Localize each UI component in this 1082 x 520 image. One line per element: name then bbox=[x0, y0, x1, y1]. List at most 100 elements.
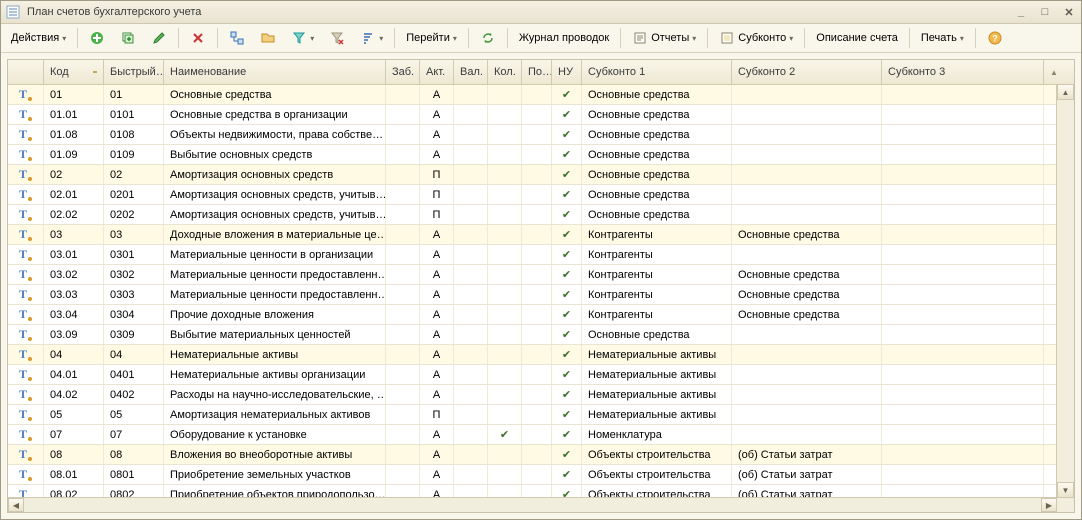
grid-body[interactable]: T0101Основные средстваА✔Основные средств… bbox=[8, 85, 1074, 497]
go-menu[interactable]: Перейти▾ bbox=[400, 26, 463, 50]
table-row[interactable]: T03.090309Выбытие материальных ценностей… bbox=[8, 325, 1074, 345]
table-cell: А bbox=[420, 445, 454, 464]
col-zab[interactable]: Заб. bbox=[386, 60, 420, 84]
table-row[interactable]: T02.010201Амортизация основных средств, … bbox=[8, 185, 1074, 205]
col-subkonto2[interactable]: Субконто 2 bbox=[732, 60, 882, 84]
table-row[interactable]: T0404Нематериальные активыА✔Нематериальн… bbox=[8, 345, 1074, 365]
table-cell bbox=[386, 385, 420, 404]
move-button[interactable] bbox=[254, 26, 282, 50]
minimize-button[interactable]: _ bbox=[1013, 5, 1029, 19]
table-cell bbox=[454, 465, 488, 484]
table-cell bbox=[454, 365, 488, 384]
col-val[interactable]: Вал. bbox=[454, 60, 488, 84]
table-row[interactable]: T01.010101Основные средства в организаци… bbox=[8, 105, 1074, 125]
hierarchy-button[interactable] bbox=[223, 26, 251, 50]
table-row[interactable]: T04.010401Нематериальные активы организа… bbox=[8, 365, 1074, 385]
table-row[interactable]: T03.020302Материальные ценности предоста… bbox=[8, 265, 1074, 285]
maximize-button[interactable]: □ bbox=[1037, 5, 1053, 19]
table-cell: Основные средства bbox=[732, 285, 882, 304]
col-subkonto3[interactable]: Субконто 3 bbox=[882, 60, 1044, 84]
scroll-up-button[interactable]: ▲ bbox=[1057, 84, 1074, 100]
table-cell bbox=[386, 425, 420, 444]
col-name[interactable]: Наименование bbox=[164, 60, 386, 84]
table-row[interactable]: T0505Амортизация нематериальных активовП… bbox=[8, 405, 1074, 425]
table-cell bbox=[454, 385, 488, 404]
table-cell: 02.02 bbox=[44, 205, 104, 224]
table-cell bbox=[732, 165, 882, 184]
close-button[interactable]: ✕ bbox=[1061, 5, 1077, 19]
table-cell bbox=[386, 85, 420, 104]
table-row[interactable]: T0707Оборудование к установкеА✔✔Номенкла… bbox=[8, 425, 1074, 445]
table-row[interactable]: T04.020402Расходы на научно-исследовател… bbox=[8, 385, 1074, 405]
table-row[interactable]: T08.010801Приобретение земельных участко… bbox=[8, 465, 1074, 485]
refresh-button[interactable] bbox=[474, 26, 502, 50]
table-row[interactable]: T03.010301Материальные ценности в органи… bbox=[8, 245, 1074, 265]
edit-button[interactable] bbox=[145, 26, 173, 50]
table-cell: Контрагенты bbox=[582, 305, 732, 324]
scroll-left-button[interactable]: ◀ bbox=[8, 498, 24, 512]
reports-menu[interactable]: Отчеты▾ bbox=[626, 26, 702, 50]
table-cell: 01.09 bbox=[44, 145, 104, 164]
table-cell: ✔ bbox=[488, 425, 522, 444]
add-copy-button[interactable] bbox=[114, 26, 142, 50]
table-cell: 05 bbox=[104, 405, 164, 424]
table-row[interactable]: T03.030303Материальные ценности предоста… bbox=[8, 285, 1074, 305]
actions-menu[interactable]: Действия▾ bbox=[5, 26, 72, 50]
sort-indicator-icon bbox=[93, 71, 97, 73]
table-cell bbox=[386, 405, 420, 424]
check-icon: ✔ bbox=[562, 448, 571, 461]
table-row[interactable]: T01.090109Выбытие основных средствА✔Осно… bbox=[8, 145, 1074, 165]
table-cell: T bbox=[8, 325, 44, 344]
help-button[interactable]: ? bbox=[981, 26, 1009, 50]
table-row[interactable]: T0202Амортизация основных средствП✔Основ… bbox=[8, 165, 1074, 185]
horizontal-scrollbar[interactable]: ◀ ▶ bbox=[8, 497, 1074, 512]
table-cell: (об) Статьи затрат bbox=[732, 485, 882, 497]
delete-button[interactable] bbox=[184, 26, 212, 50]
table-row[interactable]: T0303Доходные вложения в материальные це… bbox=[8, 225, 1074, 245]
table-cell: Номенклатура bbox=[582, 425, 732, 444]
table-cell bbox=[488, 465, 522, 484]
table-cell bbox=[454, 265, 488, 284]
check-icon: ✔ bbox=[562, 348, 571, 361]
scroll-right-button[interactable]: ▶ bbox=[1041, 498, 1057, 512]
filter-button[interactable]: ▾ bbox=[285, 26, 320, 50]
col-nu[interactable]: НУ bbox=[552, 60, 582, 84]
col-icon[interactable] bbox=[8, 60, 44, 84]
table-cell: Нематериальные активы bbox=[582, 345, 732, 364]
scroll-down-button[interactable]: ▼ bbox=[1057, 482, 1074, 498]
table-cell bbox=[522, 445, 552, 464]
col-kol[interactable]: Кол. bbox=[488, 60, 522, 84]
col-akt[interactable]: Акт. bbox=[420, 60, 454, 84]
description-button[interactable]: Описание счета bbox=[810, 26, 904, 50]
table-cell: А bbox=[420, 285, 454, 304]
col-po[interactable]: По… bbox=[522, 60, 552, 84]
table-row[interactable]: T0808Вложения во внеоборотные активыА✔Об… bbox=[8, 445, 1074, 465]
table-cell: Основные средства bbox=[732, 265, 882, 284]
journal-button[interactable]: Журнал проводок bbox=[513, 26, 615, 50]
table-row[interactable]: T08.020802Приобретение объектов природоп… bbox=[8, 485, 1074, 497]
subkonto-menu[interactable]: Субконто▾ bbox=[713, 26, 799, 50]
col-code[interactable]: Код bbox=[44, 60, 104, 84]
table-row[interactable]: T02.020202Амортизация основных средств, … bbox=[8, 205, 1074, 225]
table-cell: 08 bbox=[104, 445, 164, 464]
table-cell: ✔ bbox=[552, 125, 582, 144]
table-cell: T bbox=[8, 285, 44, 304]
table-cell: T bbox=[8, 165, 44, 184]
print-menu[interactable]: Печать▾ bbox=[915, 26, 970, 50]
vertical-scrollbar[interactable]: ▲ ▼ bbox=[1056, 84, 1074, 498]
table-cell: ✔ bbox=[552, 185, 582, 204]
add-button[interactable] bbox=[83, 26, 111, 50]
table-cell bbox=[522, 265, 552, 284]
titlebar: План счетов бухгалтерского учета _ □ ✕ bbox=[1, 1, 1081, 24]
table-cell bbox=[732, 105, 882, 124]
table-row[interactable]: T0101Основные средстваА✔Основные средств… bbox=[8, 85, 1074, 105]
table-row[interactable]: T01.080108Объекты недвижимости, права со… bbox=[8, 125, 1074, 145]
table-cell bbox=[522, 85, 552, 104]
table-cell: ✔ bbox=[552, 425, 582, 444]
clear-filter-button[interactable] bbox=[323, 26, 351, 50]
table-row[interactable]: T03.040304Прочие доходные вложенияА✔Конт… bbox=[8, 305, 1074, 325]
sort-button[interactable]: ▾ bbox=[354, 26, 389, 50]
edit-icon bbox=[151, 30, 167, 46]
col-subkonto1[interactable]: Субконто 1 bbox=[582, 60, 732, 84]
col-quick[interactable]: Быстрый… bbox=[104, 60, 164, 84]
